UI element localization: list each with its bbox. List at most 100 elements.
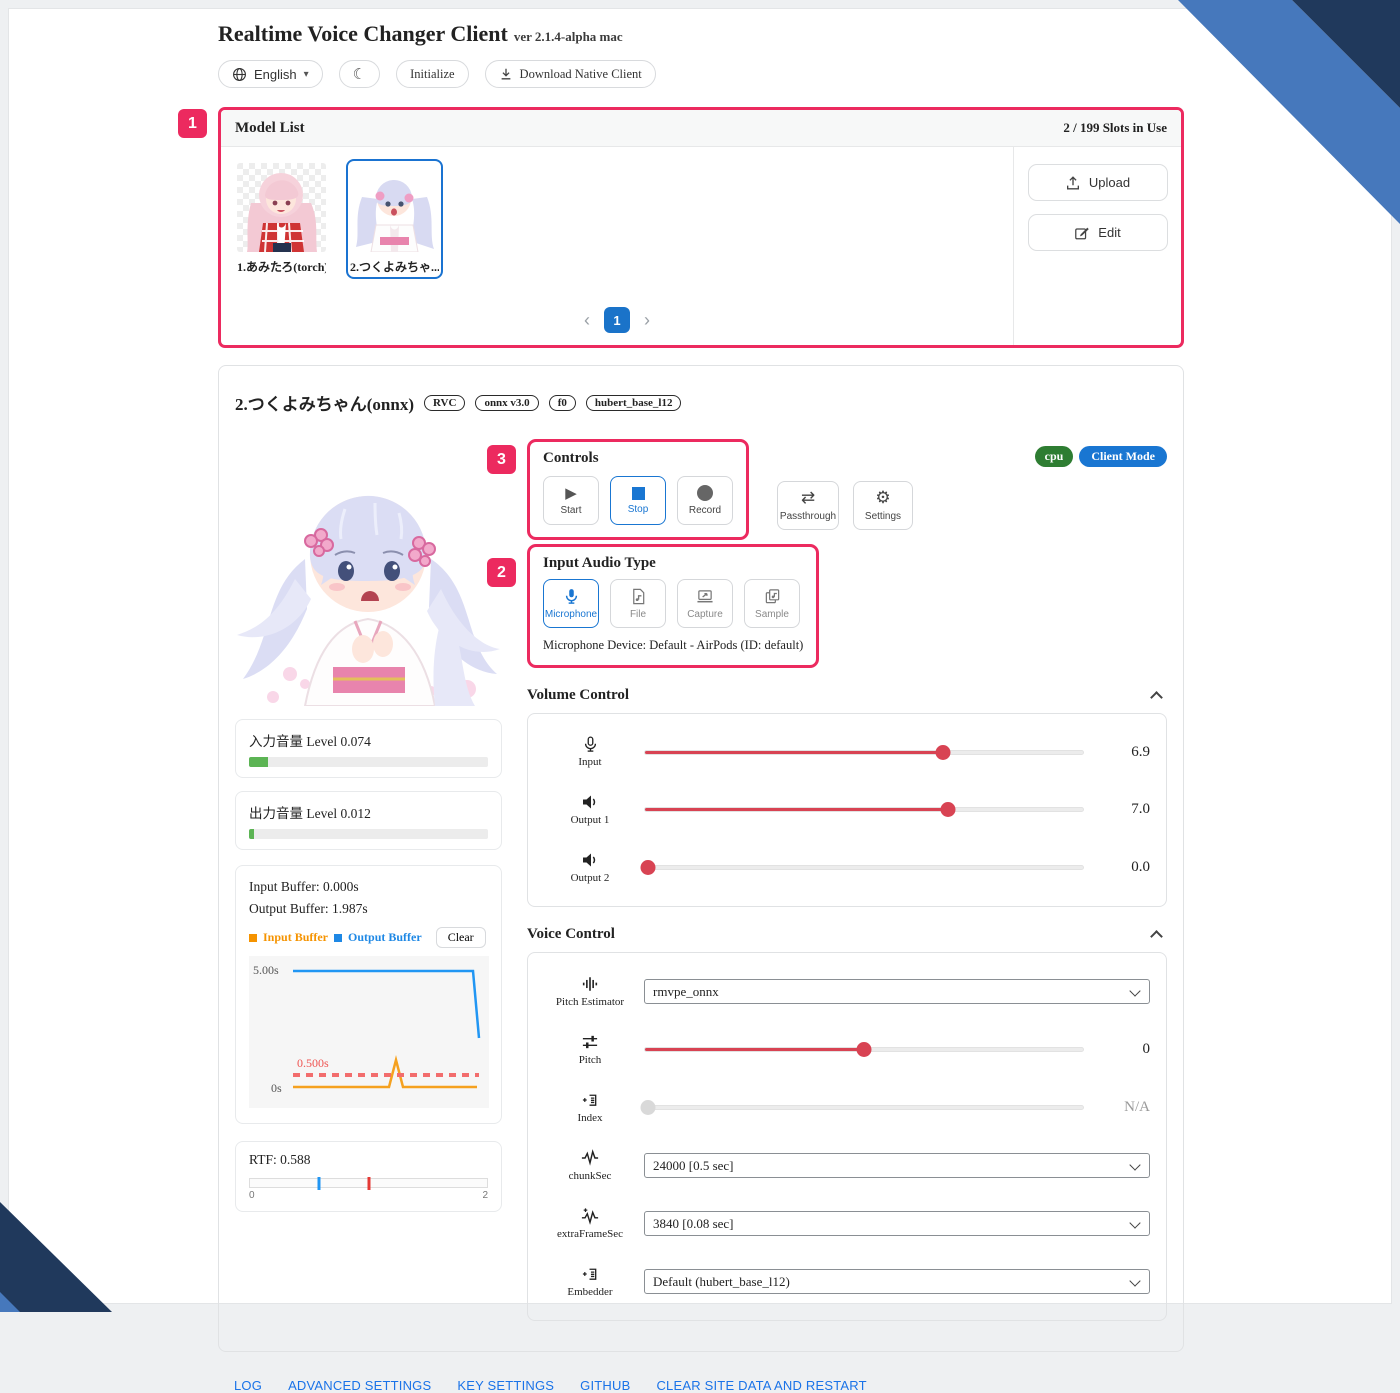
voice-control-box: Pitch Estimator rmvpe_onnx Pitch — [527, 952, 1167, 1321]
microphone-icon — [563, 588, 580, 605]
character-portrait — [235, 439, 502, 706]
tag-hubert: hubert_base_l12 — [586, 395, 682, 411]
waveform-plus-icon — [581, 1207, 599, 1225]
capture-icon — [696, 588, 714, 605]
input-volume-slider[interactable] — [644, 744, 1084, 760]
tag-f0: f0 — [549, 395, 576, 411]
embedder-select[interactable]: Default (hubert_base_l12) — [644, 1269, 1150, 1294]
log-link[interactable]: LOG — [234, 1378, 262, 1393]
output1-volume-slider[interactable] — [644, 802, 1084, 818]
initialize-button[interactable]: Initialize — [396, 60, 468, 88]
step-badge-3: 3 — [487, 445, 516, 474]
chevron-down-icon: ▾ — [304, 69, 309, 80]
chunksec-select[interactable]: 24000 [0.5 sec] — [644, 1153, 1150, 1178]
page-1-button[interactable]: 1 — [604, 307, 630, 333]
rtf-axis-max: 2 — [482, 1190, 488, 1201]
input-buffer-value: Input Buffer: 0.000s — [249, 876, 488, 898]
output-buffer-legend: Output Buffer — [348, 930, 422, 945]
slots-in-use: 2 / 199 Slots in Use — [1063, 120, 1167, 136]
client-mode-badge: Client Mode — [1079, 446, 1167, 467]
output2-volume-value: 0.0 — [1084, 859, 1150, 876]
edit-icon — [1074, 225, 1090, 241]
chunksec-row: chunkSec 24000 [0.5 sec] — [544, 1149, 1150, 1182]
tag-onnx: onnx v3.0 — [475, 395, 538, 411]
input-volume-row: Input 6.9 — [544, 736, 1150, 768]
sample-button[interactable]: Sample — [744, 579, 800, 628]
pitch-estimator-select[interactable]: rmvpe_onnx — [644, 979, 1150, 1004]
collapse-volume-icon[interactable] — [1150, 691, 1163, 704]
next-page-icon[interactable]: › — [644, 310, 650, 331]
tag-rvc: RVC — [424, 395, 465, 411]
input-buffer-legend-swatch — [249, 934, 257, 942]
github-link[interactable]: GITHUB — [580, 1378, 630, 1393]
clear-buffer-button[interactable]: Clear — [436, 927, 486, 948]
record-button[interactable]: Record — [677, 476, 733, 525]
input-level-card: 入力音量 Level 0.074 — [235, 719, 502, 778]
upload-button[interactable]: Upload — [1028, 164, 1168, 201]
dark-mode-button[interactable]: ☾ — [339, 60, 380, 88]
speaker-icon — [581, 851, 599, 869]
page-title: Realtime Voice Changer Client — [218, 21, 508, 46]
prev-page-icon[interactable]: ‹ — [584, 310, 590, 331]
input-level-meter — [249, 757, 488, 767]
model-pagination: ‹ 1 › — [233, 307, 1001, 333]
edit-button[interactable]: Edit — [1028, 214, 1168, 251]
key-settings-link[interactable]: KEY SETTINGS — [457, 1378, 554, 1393]
model-slot-1[interactable]: 1.あみたろ(torch) — [233, 159, 330, 279]
start-button[interactable]: ▶ Start — [543, 476, 599, 525]
file-button[interactable]: File — [610, 579, 666, 628]
output2-volume-slider[interactable] — [644, 860, 1084, 876]
output1-volume-row: Output 1 7.0 — [544, 793, 1150, 826]
rtf-gauge — [249, 1178, 488, 1188]
rtf-current-marker — [317, 1177, 320, 1190]
rtf-threshold-marker — [367, 1177, 370, 1190]
model-list-header: Model List 2 / 199 Slots in Use — [221, 110, 1181, 147]
embedder-icon — [581, 1265, 599, 1283]
clear-site-data-link[interactable]: CLEAR SITE DATA AND RESTART — [656, 1378, 866, 1393]
volume-control-title: Volume Control — [527, 687, 629, 704]
advanced-settings-link[interactable]: ADVANCED SETTINGS — [288, 1378, 431, 1393]
moon-icon: ☾ — [353, 67, 366, 82]
download-native-client-button[interactable]: Download Native Client — [485, 60, 656, 88]
input-audio-title: Input Audio Type — [543, 555, 803, 572]
rtf-axis-min: 0 — [249, 1190, 255, 1201]
tune-icon — [581, 1033, 599, 1051]
index-row: Index N/A — [544, 1091, 1150, 1124]
language-select[interactable]: English ▾ — [218, 60, 323, 88]
voice-control-title: Voice Control — [527, 926, 615, 943]
model-slot-2-selected[interactable]: 2.つくよみちゃ... — [346, 159, 443, 279]
extraframesec-select[interactable]: 3840 [0.08 sec] — [644, 1211, 1150, 1236]
download-icon — [499, 67, 513, 81]
passthrough-button[interactable]: ⇄ Passthrough — [777, 481, 839, 530]
pitch-row: Pitch 0 — [544, 1033, 1150, 1066]
upload-icon — [1065, 175, 1081, 191]
record-icon — [697, 485, 713, 501]
index-value: N/A — [1084, 1099, 1150, 1116]
pitch-slider[interactable] — [644, 1042, 1084, 1058]
volume-control-heading: Volume Control — [527, 687, 1167, 704]
settings-button[interactable]: ⚙ Settings — [853, 481, 913, 530]
microphone-button[interactable]: Microphone — [543, 579, 599, 628]
model-detail-title: 2.つくよみちゃん(onnx) — [235, 390, 414, 415]
collapse-voice-icon[interactable] — [1150, 930, 1163, 943]
input-buffer-legend: Input Buffer — [263, 930, 328, 945]
play-icon: ▶ — [565, 486, 577, 501]
file-icon — [630, 588, 647, 605]
embedder-row: Embedder Default (hubert_base_l12) — [544, 1265, 1150, 1298]
index-slider[interactable] — [644, 1100, 1084, 1116]
index-icon — [581, 1091, 599, 1109]
model-list-title: Model List — [235, 120, 305, 137]
buffer-card: Input Buffer: 0.000s Output Buffer: 1.98… — [235, 865, 502, 1124]
pitch-estimator-row: Pitch Estimator rmvpe_onnx — [544, 975, 1150, 1008]
app-panel: Realtime Voice Changer Clientver 2.1.4-a… — [8, 8, 1392, 1304]
rtf-value: RTF: 0.588 — [249, 1152, 488, 1168]
output-buffer-legend-swatch — [334, 934, 342, 942]
stop-button[interactable]: Stop — [610, 476, 666, 525]
input-level-label: 入力音量 Level 0.074 — [249, 730, 488, 750]
rtf-card: RTF: 0.588 0 2 — [235, 1141, 502, 1212]
output-level-meter — [249, 829, 488, 839]
capture-button[interactable]: Capture — [677, 579, 733, 628]
model-caption: 2.つくよみちゃ... — [350, 258, 439, 275]
model-caption: 1.あみたろ(torch) — [237, 258, 326, 275]
cpu-badge: cpu — [1035, 446, 1074, 467]
